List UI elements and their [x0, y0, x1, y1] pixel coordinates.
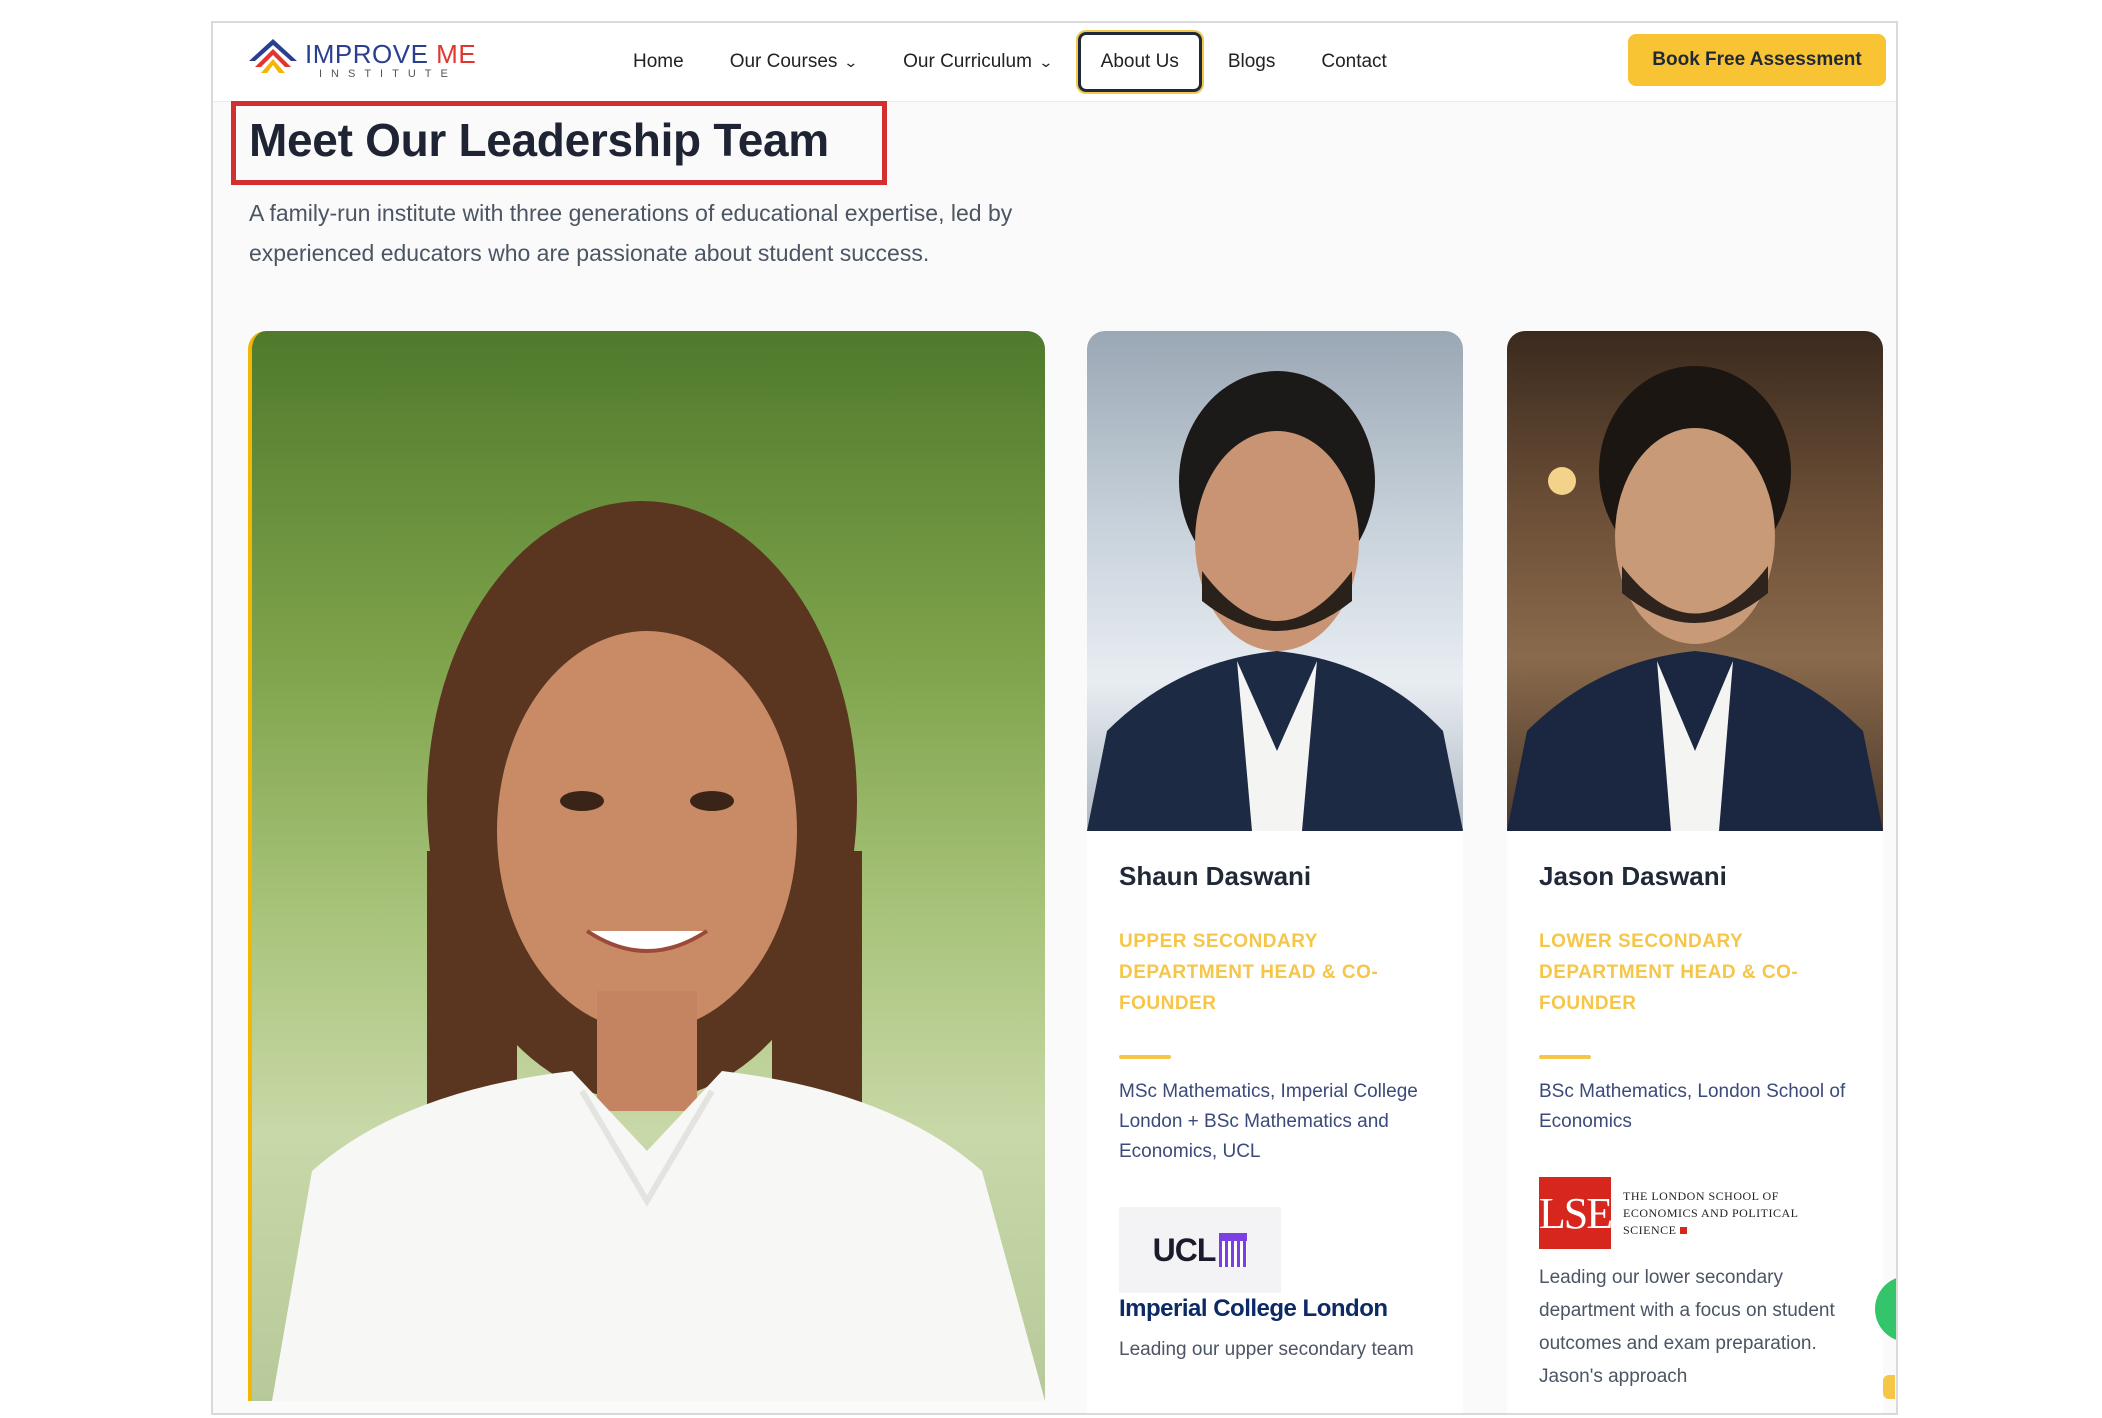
- nav-home-label: Home: [633, 51, 684, 72]
- nav-contact[interactable]: Contact: [1321, 51, 1386, 73]
- lse-logo: LSE THE LONDON SCHOOL OF ECONOMICS AND P…: [1539, 1177, 1851, 1249]
- site-header: IMPROVE ME INSTITUTE Home Our Courses ⌄ …: [213, 23, 1896, 102]
- logo-name-part2: ME: [436, 39, 477, 69]
- nav-about-us-label: About Us: [1100, 51, 1179, 72]
- chevron-down-icon: ⌄: [1038, 53, 1054, 70]
- member-photo: [1087, 331, 1463, 831]
- member-education: BSc Mathematics, London School of Econom…: [1539, 1081, 1846, 1132]
- main-nav: Home Our Courses ⌄ Our Curriculum ⌄ Abou…: [633, 23, 1433, 101]
- site-logo[interactable]: IMPROVE ME INSTITUTE: [247, 35, 476, 87]
- university-logos: UCL Imperial College London: [1119, 1207, 1431, 1321]
- ucl-logo-text: UCL: [1152, 1231, 1217, 1268]
- lse-logo-wordmark: THE LONDON SCHOOL OF ECONOMICS AND POLIT…: [1623, 1188, 1799, 1237]
- member-photo: [1507, 331, 1883, 831]
- lse-logo-mark: LSE: [1539, 1177, 1613, 1249]
- portrait-illustration: [272, 501, 1045, 1401]
- member-education: MSc Mathematics, Imperial College London…: [1119, 1081, 1418, 1162]
- floating-widget-tab[interactable]: [1883, 1375, 1895, 1399]
- imperial-college-logo: Imperial College London: [1119, 1295, 1388, 1322]
- logo-name-part1: IMPROVE: [305, 39, 429, 69]
- nav-our-courses-label: Our Courses: [729, 51, 838, 72]
- ucl-portico-icon: [1219, 1233, 1248, 1267]
- chevron-down-icon: ⌄: [843, 53, 859, 70]
- member-role: LOWER SECONDARY DEPARTMENT HEAD & CO-FOU…: [1539, 931, 1799, 1014]
- accent-divider: [1119, 1055, 1171, 1059]
- portrait-illustration: [1087, 371, 1463, 831]
- logo-roof-icon: [249, 39, 297, 73]
- nav-our-curriculum[interactable]: Our Curriculum ⌄: [903, 51, 1054, 73]
- logo-name: IMPROVE ME: [305, 41, 476, 67]
- member-role: UPPER SECONDARY DEPARTMENT HEAD & CO-FOU…: [1119, 931, 1379, 1014]
- lse-dot-icon: [1679, 1226, 1687, 1234]
- member-bio: Leading our upper secondary team: [1119, 1339, 1414, 1360]
- member-card-shaun: Shaun Daswani UPPER SECONDARY DEPARTMENT…: [1087, 331, 1463, 1413]
- nav-blogs[interactable]: Blogs: [1228, 51, 1276, 73]
- ucl-logo: UCL: [1119, 1207, 1281, 1293]
- member-bio: Leading our lower secondary department w…: [1539, 1267, 1835, 1387]
- nav-blogs-label: Blogs: [1227, 51, 1276, 72]
- member-name: Shaun Daswani: [1119, 861, 1312, 891]
- browser-viewport: IMPROVE ME INSTITUTE Home Our Courses ⌄ …: [211, 21, 1898, 1415]
- nav-contact-label: Contact: [1321, 51, 1387, 72]
- nav-about-us[interactable]: About Us: [1077, 32, 1202, 92]
- section-intro: A family-run institute with three genera…: [249, 200, 1013, 266]
- nav-home[interactable]: Home: [633, 51, 684, 73]
- lse-logo-text: THE LONDON SCHOOL OF ECONOMICS AND POLIT…: [1623, 1188, 1851, 1239]
- book-free-assessment-button[interactable]: Book Free Assessment: [1628, 34, 1886, 86]
- member-name: Jason Daswani: [1539, 861, 1727, 891]
- section-title: Meet Our Leadership Team: [249, 114, 829, 166]
- featured-leader-photo: [248, 331, 1045, 1401]
- member-card-jason: Jason Daswani LOWER SECONDARY DEPARTMENT…: [1507, 331, 1883, 1413]
- nav-our-curriculum-label: Our Curriculum: [903, 51, 1032, 72]
- accent-divider: [1539, 1055, 1591, 1059]
- nav-our-courses[interactable]: Our Courses ⌄: [729, 51, 859, 73]
- portrait-illustration: [1507, 366, 1883, 831]
- logo-subtitle: INSTITUTE: [319, 68, 457, 80]
